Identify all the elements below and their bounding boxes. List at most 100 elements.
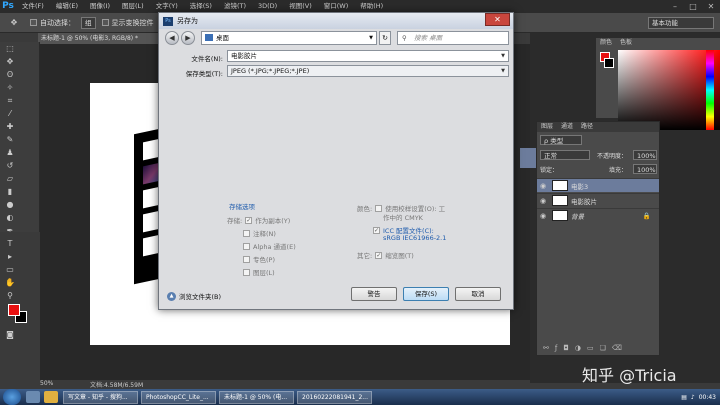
filename-field[interactable]: 电影胶片 ▼ bbox=[227, 50, 509, 62]
save-button[interactable]: 保存(S) bbox=[403, 287, 449, 301]
proof-setup-checkbox[interactable] bbox=[375, 204, 383, 212]
zoom-tool-icon[interactable]: ⚲ bbox=[3, 290, 17, 301]
link-icon[interactable]: ⚯ bbox=[543, 344, 555, 352]
search-input[interactable]: ⚲ 搜索 桌面 bbox=[397, 31, 509, 45]
marquee-tool-icon[interactable]: ⬚ bbox=[3, 43, 17, 54]
show-transform-checkbox[interactable] bbox=[101, 19, 109, 26]
adjustment-icon[interactable]: ◑ bbox=[575, 344, 587, 352]
thumbnail-checkbox[interactable] bbox=[375, 251, 383, 259]
auto-select-dropdown[interactable]: 组 bbox=[81, 16, 96, 29]
menu-image[interactable]: 图像(I) bbox=[84, 0, 116, 13]
folder-icon[interactable] bbox=[44, 391, 58, 403]
taskbar-item[interactable]: 写文章 - 知乎 - 搜狗... bbox=[63, 390, 138, 404]
layer-row[interactable]: ◉ 电影胶片 bbox=[537, 193, 659, 207]
folder-icon[interactable]: ▭ bbox=[587, 344, 600, 352]
refresh-button[interactable]: ↻ bbox=[379, 31, 391, 45]
zoom-level[interactable]: 50% bbox=[40, 380, 53, 387]
layer-row[interactable]: ◉ 背景 🔒 bbox=[537, 208, 659, 222]
tab-color[interactable]: 颜色 bbox=[596, 38, 616, 48]
foreground-color[interactable] bbox=[8, 304, 20, 316]
layers-row[interactable]: 图层(L) bbox=[243, 267, 275, 277]
lasso-tool-icon[interactable]: ʘ bbox=[3, 69, 17, 80]
move-icon[interactable]: ✥ bbox=[3, 56, 17, 67]
history-brush-icon[interactable]: ↺ bbox=[3, 160, 17, 171]
spot-checkbox[interactable] bbox=[243, 255, 250, 263]
chevron-down-icon[interactable]: ▼ bbox=[501, 66, 505, 76]
blur-tool-icon[interactable]: ● bbox=[3, 199, 17, 210]
tab-paths[interactable]: 路径 bbox=[577, 122, 597, 132]
shape-tool-icon[interactable]: ▭ bbox=[3, 264, 17, 275]
taskbar-item[interactable]: 未标题-1 @ 50% (电... bbox=[219, 390, 294, 404]
warning-button[interactable]: 警告 bbox=[351, 287, 397, 301]
brush-tool-icon[interactable]: ✎ bbox=[3, 134, 17, 145]
menu-layer[interactable]: 图层(L) bbox=[116, 0, 150, 13]
opacity-input[interactable]: 100% bbox=[633, 150, 657, 160]
eyedropper-icon[interactable]: ⁄ bbox=[3, 108, 17, 119]
taskbar-item[interactable]: PhotoshopCC_Lite_... bbox=[141, 390, 216, 404]
trash-icon[interactable]: ⌫ bbox=[612, 344, 628, 352]
eye-icon[interactable]: ◉ bbox=[537, 182, 549, 190]
layer-filter-dropdown[interactable]: ρ 类型 bbox=[540, 135, 582, 145]
color-swatches[interactable] bbox=[4, 302, 39, 328]
show-transform-toggle[interactable]: 显示变换控件 bbox=[101, 18, 154, 28]
alpha-row[interactable]: Alpha 通道(E) bbox=[243, 241, 296, 251]
cancel-button[interactable]: 取消 bbox=[455, 287, 501, 301]
forward-button[interactable]: ▶ bbox=[181, 31, 195, 45]
icc-checkbox[interactable] bbox=[373, 226, 380, 234]
save-as-copy-row[interactable]: 存储: 作为副本(Y) bbox=[227, 215, 290, 225]
crop-tool-icon[interactable]: ⌗ bbox=[3, 95, 17, 106]
taskbar-item[interactable]: 20160222081941_2... bbox=[297, 390, 372, 404]
minimize-icon[interactable]: – bbox=[666, 0, 684, 13]
chevron-down-icon[interactable]: ▼ bbox=[369, 32, 373, 44]
panel-background-color[interactable] bbox=[604, 58, 614, 68]
maximize-icon[interactable]: □ bbox=[684, 0, 702, 13]
notes-row[interactable]: 注释(N) bbox=[243, 228, 276, 238]
filetype-dropdown[interactable]: JPEG (*.JPG;*.JPEG;*.JPE) ▼ bbox=[227, 65, 509, 77]
start-button[interactable] bbox=[3, 389, 21, 405]
pen-tool-icon[interactable]: ✒ bbox=[3, 225, 17, 236]
color-picker-field[interactable] bbox=[618, 50, 720, 130]
move-tool-icon[interactable]: ✥ bbox=[7, 17, 21, 28]
back-button[interactable]: ◀ bbox=[165, 31, 179, 45]
auto-select-checkbox[interactable] bbox=[30, 19, 37, 26]
tab-layers[interactable]: 图层 bbox=[537, 122, 557, 132]
menu-edit[interactable]: 编辑(E) bbox=[50, 0, 84, 13]
network-icon[interactable]: ▤ bbox=[681, 394, 687, 401]
blend-mode-dropdown[interactable]: 正常 bbox=[540, 150, 590, 160]
stamp-tool-icon[interactable]: ♟ bbox=[3, 147, 17, 158]
notes-checkbox[interactable] bbox=[243, 229, 250, 237]
hue-slider[interactable] bbox=[706, 50, 714, 130]
as-copy-checkbox[interactable] bbox=[245, 216, 253, 224]
eye-icon[interactable]: ◉ bbox=[537, 197, 549, 205]
close-icon[interactable]: ✕ bbox=[702, 0, 720, 13]
new-layer-icon[interactable]: ❏ bbox=[600, 344, 612, 352]
gradient-tool-icon[interactable]: ▮ bbox=[3, 186, 17, 197]
thumbnail-row[interactable]: 其它: 缩览图(T) bbox=[357, 250, 414, 260]
browser-icon[interactable] bbox=[26, 391, 40, 403]
dialog-close-button[interactable]: ✕ bbox=[485, 13, 510, 26]
quick-mask-icon[interactable]: ◙ bbox=[3, 329, 17, 340]
eye-icon[interactable]: ◉ bbox=[537, 212, 549, 220]
mask-icon[interactable]: ◘ bbox=[563, 344, 575, 352]
path-select-icon[interactable]: ▸ bbox=[3, 251, 17, 262]
auto-select-toggle[interactable]: 自动选择： bbox=[30, 18, 75, 28]
eraser-tool-icon[interactable]: ▱ bbox=[3, 173, 17, 184]
browse-folders-toggle[interactable]: ▲ 浏览文件夹(B) bbox=[167, 291, 221, 301]
dodge-tool-icon[interactable]: ◐ bbox=[3, 212, 17, 223]
tab-channels[interactable]: 通道 bbox=[557, 122, 577, 132]
menu-file[interactable]: 文件(F) bbox=[16, 0, 50, 13]
layer-row[interactable]: ◉ 电影3 bbox=[537, 178, 659, 192]
tab-swatches[interactable]: 色板 bbox=[616, 38, 636, 48]
healing-brush-icon[interactable]: ✚ bbox=[3, 121, 17, 132]
fill-input[interactable]: 100% bbox=[633, 164, 657, 174]
type-tool-icon[interactable]: T bbox=[3, 238, 17, 249]
volume-icon[interactable]: ♪ bbox=[691, 394, 695, 401]
document-tab[interactable]: 未标题-1 @ 50% (电影3, RGB/8) * bbox=[38, 33, 168, 44]
spot-row[interactable]: 专色(P) bbox=[243, 254, 275, 264]
chevron-down-icon[interactable]: ▼ bbox=[501, 51, 505, 61]
hand-tool-icon[interactable]: ✋ bbox=[3, 277, 17, 288]
address-bar[interactable]: 桌面 ▼ bbox=[201, 31, 377, 45]
clock[interactable]: 00:43 bbox=[699, 394, 716, 401]
alpha-checkbox[interactable] bbox=[243, 242, 250, 250]
workspace-dropdown[interactable]: 基本功能 bbox=[648, 17, 714, 29]
